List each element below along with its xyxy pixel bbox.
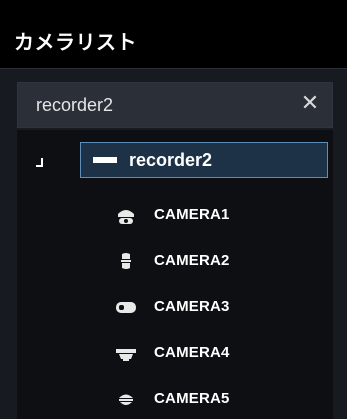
search-input-value[interactable]: recorder2 (36, 95, 113, 116)
camera-item-2[interactable]: CAMERA2 (105, 244, 325, 280)
camera-item-1[interactable]: CAMERA1 (105, 198, 325, 234)
recorder-icon (93, 157, 117, 163)
ptz-camera-icon (116, 349, 136, 361)
box-camera-icon (116, 302, 136, 313)
camera-item-3[interactable]: CAMERA3 (105, 290, 325, 326)
camera-list-panel: カメラリスト recorder2 ✕ recorder2 CAMERA1 CAM… (0, 0, 347, 419)
tree-root-label: recorder2 (129, 150, 213, 170)
mini-dome-camera-icon (119, 394, 133, 405)
bullet-camera-icon (121, 253, 131, 269)
close-icon[interactable]: ✕ (298, 92, 322, 116)
dome-camera-icon (118, 210, 134, 224)
tree-root-recorder[interactable]: recorder2 (80, 142, 328, 178)
camera-label: CAMERA1 (154, 206, 230, 223)
camera-item-5[interactable]: CAMERA5 (105, 382, 325, 418)
camera-label: CAMERA2 (154, 252, 230, 269)
camera-label: CAMERA3 (154, 298, 230, 315)
search-input[interactable]: recorder2 ✕ (17, 82, 333, 128)
camera-item-4[interactable]: CAMERA4 (105, 336, 325, 372)
collapse-toggle-icon[interactable] (34, 158, 44, 168)
panel-header: カメラリスト (0, 0, 347, 69)
camera-label: CAMERA5 (154, 390, 230, 407)
panel-title: カメラリスト (14, 30, 137, 54)
camera-label: CAMERA4 (154, 344, 230, 361)
